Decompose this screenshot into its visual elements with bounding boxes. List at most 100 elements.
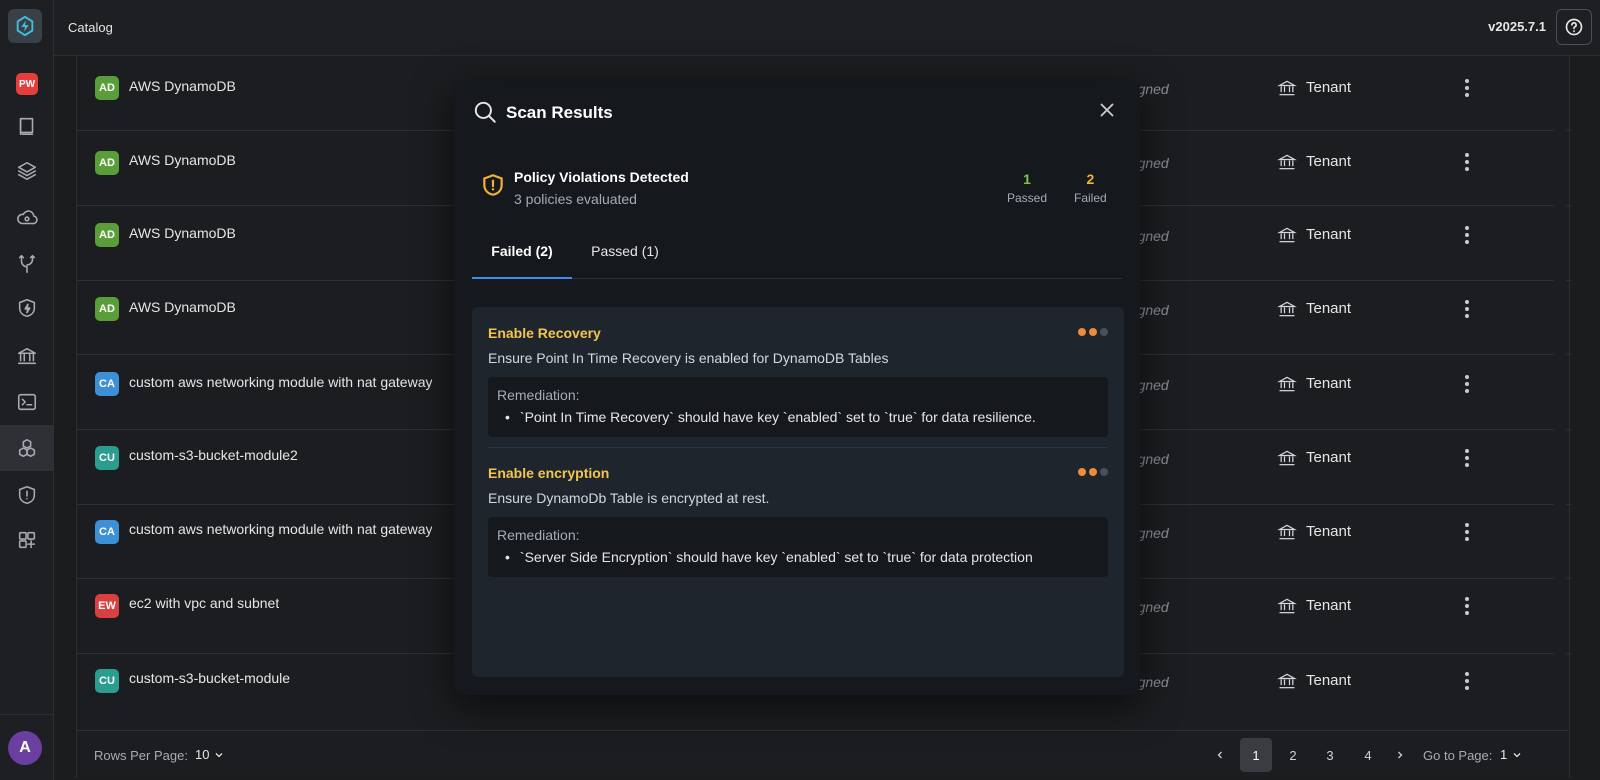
sidebar-item-add-widget[interactable] bbox=[0, 517, 54, 563]
violation-item: Enable encryption Ensure DynamoDb Table … bbox=[488, 465, 1108, 585]
scan-summary: Policy Violations Detected 3 policies ev… bbox=[472, 163, 1124, 219]
passed-label: Passed bbox=[1007, 191, 1048, 205]
row-menu-button[interactable] bbox=[1457, 520, 1477, 544]
sidebar-item-catalog-book[interactable] bbox=[0, 103, 54, 149]
tenant-label: Tenant bbox=[1306, 672, 1352, 689]
sidebar-item-branches[interactable] bbox=[0, 241, 54, 287]
tab-failed[interactable]: Failed (2) bbox=[472, 241, 572, 279]
module-avatar: AD bbox=[95, 297, 119, 321]
bank-icon bbox=[1277, 152, 1297, 172]
shield-alert-icon bbox=[18, 485, 36, 505]
sidebar-item-security[interactable] bbox=[0, 285, 54, 331]
sidebar-item-modules[interactable] bbox=[0, 425, 54, 471]
severity-indicator bbox=[1078, 328, 1108, 336]
failed-stat: 2 Failed bbox=[1074, 171, 1107, 205]
module-avatar: EW bbox=[95, 594, 119, 618]
close-icon[interactable] bbox=[1096, 99, 1118, 121]
table-scrollbar[interactable] bbox=[1554, 56, 1566, 730]
goto-page-select[interactable]: 1 bbox=[1500, 747, 1523, 762]
sidebar: PW A bbox=[0, 0, 54, 780]
remediation-label: Remediation: bbox=[497, 387, 580, 403]
violation-description: Ensure Point In Time Recovery is enabled… bbox=[488, 350, 889, 366]
pagination-bar: Rows Per Page: 10 1 2 3 4 Go to Page: 1 bbox=[76, 730, 1570, 778]
module-name[interactable]: custom aws networking module with nat ga… bbox=[129, 374, 432, 390]
violation-description: Ensure DynamoDb Table is encrypted at re… bbox=[488, 490, 770, 506]
row-menu-button[interactable] bbox=[1457, 446, 1477, 470]
failed-count: 2 bbox=[1086, 171, 1095, 187]
violation-title: Enable encryption bbox=[488, 465, 610, 481]
rows-per-page-label: Rows Per Page: bbox=[94, 748, 188, 763]
bank-icon bbox=[1277, 448, 1297, 468]
tab-passed[interactable]: Passed (1) bbox=[580, 241, 670, 279]
module-avatar: AD bbox=[95, 76, 119, 100]
row-menu-button[interactable] bbox=[1457, 372, 1477, 396]
bank-icon bbox=[1277, 522, 1297, 542]
row-menu-button[interactable] bbox=[1457, 297, 1477, 321]
chevron-down-icon bbox=[216, 752, 223, 757]
bank-icon bbox=[1277, 671, 1297, 691]
bank-icon bbox=[17, 347, 37, 365]
page-button-2[interactable]: 2 bbox=[1277, 738, 1309, 772]
module-avatar: CA bbox=[95, 372, 119, 396]
module-name[interactable]: AWS DynamoDB bbox=[129, 225, 236, 241]
row-menu-button[interactable] bbox=[1457, 150, 1477, 174]
top-header: Catalog v2025.7.1 bbox=[54, 0, 1600, 56]
module-name[interactable]: AWS DynamoDB bbox=[129, 78, 236, 94]
sidebar-item-cloud[interactable] bbox=[0, 195, 54, 241]
row-menu-button[interactable] bbox=[1457, 76, 1477, 100]
modal-title: Scan Results bbox=[506, 103, 613, 122]
module-name[interactable]: custom-s3-bucket-module bbox=[129, 670, 290, 686]
module-name[interactable]: custom aws networking module with nat ga… bbox=[129, 521, 432, 537]
scan-results-modal: Scan Results Policy Violations Detected … bbox=[454, 81, 1140, 695]
sidebar-item-terminal[interactable] bbox=[0, 379, 54, 425]
module-name[interactable]: ec2 with vpc and subnet bbox=[129, 595, 279, 611]
logo-icon bbox=[16, 15, 34, 37]
layers-icon bbox=[17, 161, 37, 181]
results-tabs: Failed (2) Passed (1) bbox=[472, 241, 1122, 279]
goto-page-label: Go to Page: bbox=[1423, 748, 1493, 763]
page-button-3[interactable]: 3 bbox=[1314, 738, 1346, 772]
violation-title: Enable Recovery bbox=[488, 325, 601, 341]
module-avatar: AD bbox=[95, 151, 119, 175]
chevron-down-icon bbox=[1513, 752, 1521, 757]
tenant-label: Tenant bbox=[1306, 597, 1352, 614]
violation-item: Enable Recovery Ensure Point In Time Rec… bbox=[488, 325, 1108, 445]
terminal-icon bbox=[17, 393, 37, 411]
grid-plus-icon bbox=[18, 531, 36, 549]
summary-subtitle: 3 policies evaluated bbox=[514, 191, 637, 207]
bank-icon bbox=[1277, 374, 1297, 394]
sidebar-item-tenants[interactable] bbox=[0, 333, 54, 379]
goto-page-value: 1 bbox=[1500, 747, 1508, 762]
module-name[interactable]: AWS DynamoDB bbox=[129, 299, 236, 315]
help-button[interactable] bbox=[1556, 9, 1592, 45]
module-name[interactable]: custom-s3-bucket-module2 bbox=[129, 447, 298, 463]
module-avatar: CA bbox=[95, 520, 119, 544]
sidebar-item-layers[interactable] bbox=[0, 148, 54, 194]
violation-divider bbox=[488, 447, 1108, 448]
sidebar-item-policies[interactable] bbox=[0, 472, 54, 518]
next-page-button[interactable] bbox=[1384, 738, 1416, 772]
row-menu-button[interactable] bbox=[1457, 223, 1477, 247]
tenant-label: Tenant bbox=[1306, 79, 1352, 96]
page-button-4[interactable]: 4 bbox=[1352, 738, 1384, 772]
sidebar-item-workspace[interactable]: PW bbox=[0, 61, 54, 107]
page-button-1[interactable]: 1 bbox=[1240, 738, 1272, 772]
prev-page-button[interactable] bbox=[1204, 738, 1236, 772]
module-name[interactable]: AWS DynamoDB bbox=[129, 152, 236, 168]
shield-bolt-icon bbox=[18, 298, 36, 318]
tenant-label: Tenant bbox=[1306, 300, 1352, 317]
user-avatar[interactable]: A bbox=[8, 731, 42, 765]
tenant-label: Tenant bbox=[1306, 153, 1352, 170]
rows-per-page-select[interactable]: 10 bbox=[195, 747, 225, 762]
severity-indicator bbox=[1078, 468, 1108, 476]
remediation-text: `Point In Time Recovery` should have key… bbox=[505, 409, 1036, 425]
tenant-label: Tenant bbox=[1306, 375, 1352, 392]
row-menu-button[interactable] bbox=[1457, 594, 1477, 618]
search-icon bbox=[474, 101, 496, 123]
row-menu-button[interactable] bbox=[1457, 669, 1477, 693]
bank-icon bbox=[1277, 596, 1297, 616]
app-logo[interactable] bbox=[8, 9, 42, 43]
book-icon bbox=[19, 117, 34, 136]
rows-per-page-value: 10 bbox=[195, 747, 210, 762]
modules-icon bbox=[18, 438, 36, 458]
